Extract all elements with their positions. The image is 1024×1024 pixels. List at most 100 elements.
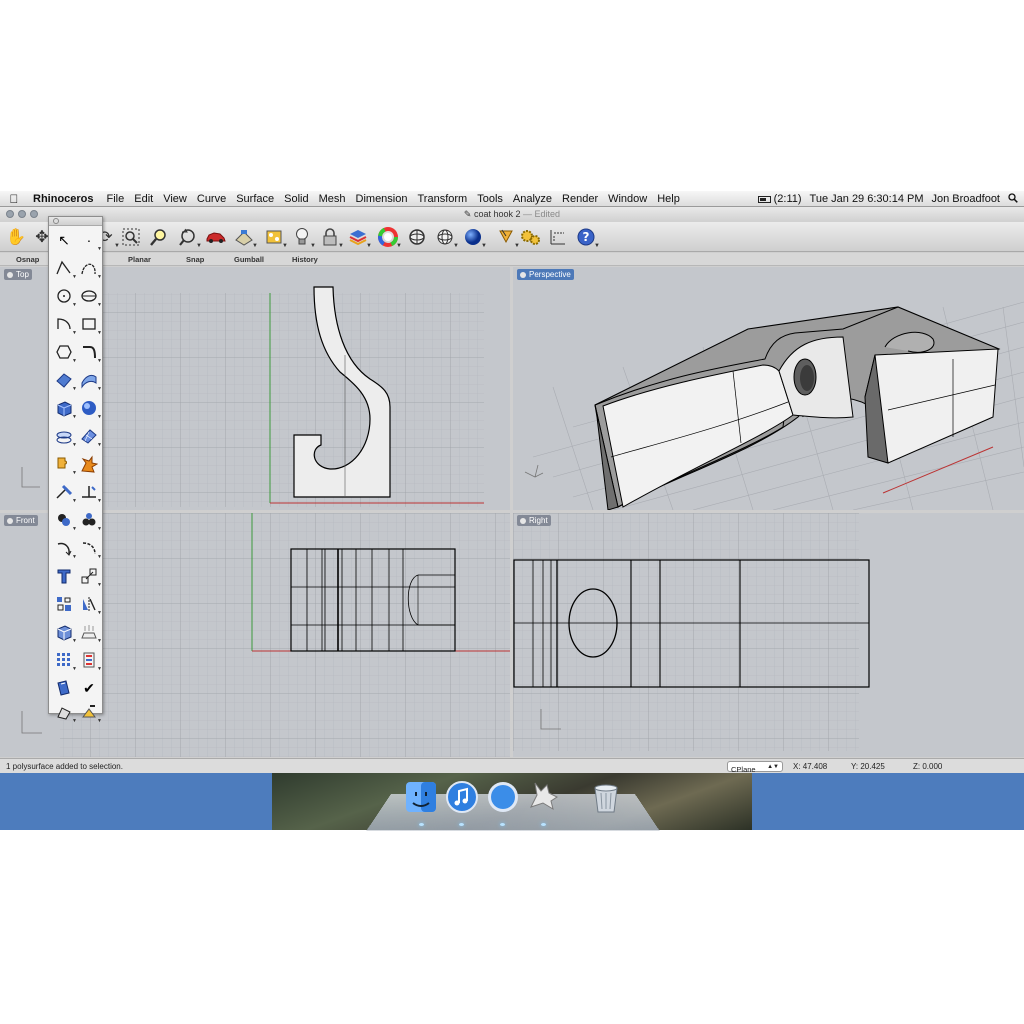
explode-icon[interactable] xyxy=(78,453,100,475)
viewport-label-right[interactable]: Right xyxy=(517,515,551,526)
rhino-icon[interactable] xyxy=(525,777,561,813)
menu-user[interactable]: Jon Broadfoot xyxy=(932,193,1001,205)
menu-window[interactable]: Window xyxy=(603,193,652,205)
render-icon[interactable]: ▼ xyxy=(78,701,102,724)
help-icon[interactable]: ? ▼ xyxy=(574,225,600,249)
planar-toggle[interactable]: Planar xyxy=(128,255,151,264)
menu-view[interactable]: View xyxy=(158,193,192,205)
zoom-extents-icon[interactable] xyxy=(147,225,171,249)
itunes-icon[interactable] xyxy=(444,779,480,815)
history-toggle[interactable]: History xyxy=(292,255,318,264)
surface-loft-icon[interactable]: ▼ xyxy=(78,369,102,392)
battery-status[interactable]: (2:11) xyxy=(757,193,802,205)
viewport-right[interactable]: Right xyxy=(513,513,1024,757)
grid-array-icon[interactable]: ▼ xyxy=(53,649,77,672)
ellipse-icon[interactable]: ▼ xyxy=(78,285,102,308)
point-icon[interactable]: · ▼ xyxy=(78,229,102,252)
minimize-window-button[interactable] xyxy=(18,210,26,218)
trash-icon[interactable] xyxy=(588,779,624,815)
circle-icon[interactable]: ▼ xyxy=(53,285,77,308)
menu-help[interactable]: Help xyxy=(652,193,685,205)
array-icon[interactable] xyxy=(53,593,75,615)
zoom-window-button[interactable] xyxy=(30,210,38,218)
pan-hand-icon[interactable]: ✋ xyxy=(4,225,28,249)
menu-dimension[interactable]: Dimension xyxy=(351,193,413,205)
menu-analyze[interactable]: Analyze xyxy=(508,193,557,205)
settings-gears-icon[interactable] xyxy=(518,225,542,249)
arc-icon[interactable]: ▼ xyxy=(53,313,77,336)
snap-toggle[interactable]: Snap xyxy=(186,255,204,264)
sphere-solid-icon[interactable]: ▼ xyxy=(78,397,102,420)
apple-menu-icon[interactable]:  xyxy=(0,192,28,206)
menu-mesh[interactable]: Mesh xyxy=(314,193,351,205)
tool-palette[interactable]: ↖ · ▼ ▼ ▼ ▼ ▼ ▼ ▼ ▼ ▼ ▼ ▼ ▼ ▼ ▼ ▼ ▼ ▼ ▼ ▼… xyxy=(48,216,103,724)
menu-transform[interactable]: Transform xyxy=(412,193,472,205)
text-object-icon[interactable] xyxy=(53,565,75,587)
color-wheel-icon[interactable]: ▼ xyxy=(376,225,402,249)
safari-icon[interactable] xyxy=(485,779,521,815)
light-array-icon[interactable]: ▼ xyxy=(78,621,102,644)
move-object-icon[interactable]: ▼ xyxy=(78,565,102,588)
zoom-window-icon[interactable] xyxy=(119,225,143,249)
menu-tools[interactable]: Tools xyxy=(472,193,508,205)
menu-app[interactable]: Rhinoceros xyxy=(28,193,102,205)
menu-clock[interactable]: Tue Jan 29 6:30:14 PM xyxy=(810,193,924,205)
mesh-icon[interactable]: ▼ xyxy=(78,425,102,448)
layers-icon[interactable]: ▼ xyxy=(346,225,372,249)
rectangle-icon[interactable]: ▼ xyxy=(78,313,102,336)
viewport-label-perspective[interactable]: Perspective xyxy=(517,269,574,280)
viewport-perspective[interactable]: Perspective xyxy=(513,267,1024,510)
viewport-menu-icon[interactable] xyxy=(7,271,13,278)
fillet-curve-icon[interactable]: ▼ xyxy=(78,341,102,364)
finder-icon[interactable] xyxy=(403,779,439,815)
named-view-icon[interactable]: ▼ xyxy=(232,225,258,249)
join-icon[interactable]: ▼ xyxy=(53,509,77,532)
trim-icon[interactable]: ▼ xyxy=(53,481,77,504)
mirror-icon[interactable]: ▼ xyxy=(78,593,102,616)
polyline-icon[interactable]: ▼ xyxy=(53,257,77,280)
scale-object-icon[interactable]: ▼ xyxy=(78,537,102,560)
light-bulb-icon[interactable]: ▼ xyxy=(290,225,316,249)
osnap-toggle[interactable]: Osnap xyxy=(16,255,39,264)
viewport-label-top[interactable]: Top xyxy=(4,269,32,280)
extrude-curve-icon[interactable]: ▼ xyxy=(53,425,77,448)
surface-from-points-icon[interactable]: ▼ xyxy=(53,369,77,392)
dimension-icon[interactable] xyxy=(546,225,570,249)
viewport-menu-icon[interactable] xyxy=(7,517,13,524)
select-filter-icon[interactable]: ▼ xyxy=(494,225,520,249)
texture-map-icon[interactable]: ▼ xyxy=(262,225,288,249)
rotate-object-icon[interactable]: ▼ xyxy=(53,537,77,560)
menu-solid[interactable]: Solid xyxy=(279,193,313,205)
title-bar[interactable]: ✎ coat hook 2 — Edited xyxy=(0,207,1024,222)
car-render-icon[interactable] xyxy=(204,225,228,249)
menu-render[interactable]: Render xyxy=(557,193,603,205)
split-icon[interactable]: ▼ xyxy=(78,481,102,504)
menu-file[interactable]: File xyxy=(102,193,130,205)
close-window-button[interactable] xyxy=(6,210,14,218)
viewport-menu-icon[interactable] xyxy=(520,271,526,278)
viewport-label-front[interactable]: Front xyxy=(4,515,38,526)
layout-page-icon[interactable] xyxy=(53,677,75,699)
properties-list-icon[interactable]: ▼ xyxy=(78,649,102,672)
menu-edit[interactable]: Edit xyxy=(129,193,158,205)
material-icon[interactable] xyxy=(405,225,429,249)
wireframe-sphere-icon[interactable]: ▼ xyxy=(433,225,459,249)
shaded-sphere-icon[interactable]: ▼ xyxy=(461,225,487,249)
select-arrow-icon[interactable]: ↖ xyxy=(53,229,75,251)
boolean-puzzle-icon[interactable]: ▼ xyxy=(53,453,77,476)
menu-curve[interactable]: Curve xyxy=(192,193,231,205)
gumball-toggle[interactable]: Gumball xyxy=(234,255,264,264)
tool-palette-header[interactable] xyxy=(49,217,102,226)
spotlight-search-icon[interactable] xyxy=(1008,192,1018,206)
check-objects-icon[interactable]: ✔ xyxy=(78,677,100,699)
analyze-icon[interactable]: ▼ xyxy=(53,701,77,724)
solid-edit-icon[interactable]: ▼ xyxy=(53,621,77,644)
cplane-select[interactable]: CPlane ▲▼ xyxy=(727,761,783,774)
lock-icon[interactable]: ▼ xyxy=(318,225,344,249)
polygon-icon[interactable]: ▼ xyxy=(53,341,77,364)
menu-surface[interactable]: Surface xyxy=(231,193,279,205)
undo-view-icon[interactable]: ▼ xyxy=(176,225,202,249)
group-icon[interactable]: ▼ xyxy=(78,509,102,532)
close-palette-button[interactable] xyxy=(53,218,59,224)
curve-icon[interactable]: ▼ xyxy=(78,257,102,280)
